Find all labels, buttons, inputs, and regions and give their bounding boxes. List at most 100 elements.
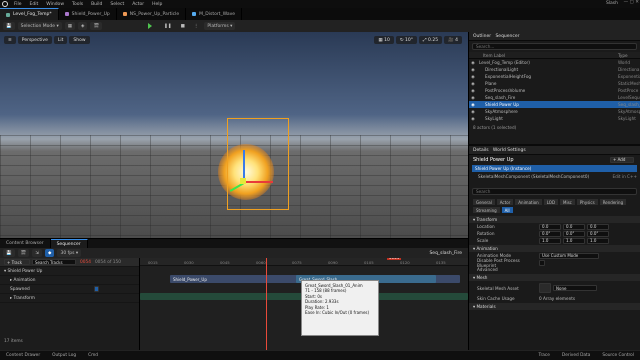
trace-button[interactable]: Trace: [532, 353, 555, 358]
filter-tab[interactable]: Misc: [560, 199, 575, 205]
scale-snap-button[interactable]: ⤢ 0.25: [419, 36, 443, 44]
unreal-logo-icon[interactable]: [0, 0, 10, 8]
scale-z[interactable]: 1.0: [587, 237, 609, 244]
perspective-button[interactable]: Perspective: [17, 36, 52, 44]
viewport-menu-button[interactable]: ≡: [4, 36, 16, 44]
menu-help[interactable]: Help: [148, 2, 166, 7]
content-drawer-button[interactable]: Content Drawer: [0, 353, 46, 358]
track-search-input[interactable]: Search Tracks: [32, 259, 76, 265]
outliner-title[interactable]: Outliner: [473, 34, 491, 39]
outliner-row[interactable]: ◉ExponentialHeightFogExponential: [469, 73, 640, 80]
tab-level[interactable]: Level_Fog_Temp*: [0, 8, 59, 20]
scale-x[interactable]: 1.0: [539, 237, 561, 244]
camera-speed-button[interactable]: 🎥 4: [444, 36, 462, 44]
current-frame[interactable]: 0054: [80, 260, 91, 265]
details-title[interactable]: Details: [473, 148, 489, 153]
scale-y[interactable]: 1.0: [563, 237, 585, 244]
col-item-label[interactable]: Item Label: [469, 53, 618, 58]
mesh-section[interactable]: ▾ Mesh: [469, 274, 640, 281]
rotation-snap-button[interactable]: ↻ 10°: [395, 36, 418, 44]
filter-tab[interactable]: Rendering: [599, 199, 627, 205]
visibility-icon[interactable]: ◉: [469, 88, 477, 93]
seq-key-button[interactable]: ◆: [45, 249, 55, 257]
animation-mode-dropdown[interactable]: Use Custom Mode: [539, 252, 599, 259]
playhead[interactable]: 0054: [266, 258, 402, 351]
platforms-dropdown[interactable]: Platforms ▾: [204, 22, 236, 30]
outliner-row[interactable]: ◉ Level_Fog_Temp (Editor) World: [469, 59, 640, 66]
pause-button[interactable]: ❚❚: [161, 22, 175, 30]
derived-data-button[interactable]: Derived Data: [556, 353, 596, 358]
visibility-icon[interactable]: ◉: [469, 95, 477, 100]
output-log-button[interactable]: Output Log: [46, 353, 82, 358]
rotation-z[interactable]: 0.0°: [587, 230, 609, 237]
track-spawned[interactable]: Spawned: [0, 285, 139, 294]
filter-tab[interactable]: Animation: [515, 199, 542, 205]
disable-pp-checkbox[interactable]: [539, 259, 545, 266]
visibility-icon[interactable]: ◉: [469, 81, 477, 86]
sequencer-tab[interactable]: Sequencer: [495, 34, 519, 39]
animation-section[interactable]: ▾ Animation: [469, 245, 640, 252]
filter-tab[interactable]: Physics: [576, 199, 598, 205]
visibility-icon[interactable]: ◉: [469, 67, 477, 72]
outliner-row[interactable]: ◉ SkyLight SkyLight: [469, 115, 640, 122]
track-transform[interactable]: ▸ Transform: [0, 294, 139, 303]
tab-material[interactable]: M_Distort_Wave: [186, 8, 243, 20]
seq-render-button[interactable]: 🎬: [17, 249, 30, 257]
materials-section[interactable]: ▾ Materials: [469, 303, 640, 310]
lit-button[interactable]: Lit: [53, 36, 68, 44]
cinematics-button[interactable]: 🎬: [90, 22, 103, 30]
visibility-icon[interactable]: ◉: [469, 74, 477, 79]
play-button[interactable]: [142, 22, 158, 30]
outliner-row[interactable]: ◉ Seq_slash_Fire LevelSeque: [469, 94, 640, 101]
outliner-row[interactable]: ◉ DirectionalLight Directiona: [469, 66, 640, 73]
rotation-x[interactable]: 0.0°: [539, 230, 561, 237]
cmd-input[interactable]: Cmd: [82, 353, 104, 358]
col-type[interactable]: Type: [618, 53, 640, 58]
grid-snap-button[interactable]: ▦ 10: [374, 36, 394, 44]
fps-dropdown[interactable]: 30 fps ▾: [57, 249, 82, 257]
tab-particle[interactable]: NS_Power_Up_Particle: [117, 8, 187, 20]
component-row[interactable]: SkeletalMeshComponent (SkeletalMeshCompo…: [472, 173, 637, 180]
show-button[interactable]: Show: [69, 36, 90, 44]
gizmo-center[interactable]: [240, 178, 246, 184]
menu-edit[interactable]: Edit: [26, 2, 43, 7]
location-x[interactable]: 0.0: [539, 223, 561, 230]
advanced-row[interactable]: Advanced: [469, 266, 640, 273]
menu-actor[interactable]: Actor: [128, 2, 148, 7]
add-component-button[interactable]: + Add: [610, 156, 634, 163]
transform-section[interactable]: ▾ Transform: [469, 216, 640, 223]
menu-file[interactable]: File: [10, 2, 26, 7]
skeletal-mesh-dropdown[interactable]: None: [553, 285, 597, 291]
blueprint-button[interactable]: ◈: [78, 22, 88, 30]
seq-snap-button[interactable]: ⇲: [32, 249, 42, 257]
outliner-row[interactable]: ◉Shield Power UpSeq_slash_Fire: [469, 101, 640, 108]
world-settings-tab[interactable]: World Settings: [493, 148, 526, 153]
menu-build[interactable]: Build: [87, 2, 106, 7]
filter-tab[interactable]: Streaming: [473, 207, 500, 213]
outliner-search-input[interactable]: Search...: [472, 43, 637, 50]
rotation-y[interactable]: 0.0°: [563, 230, 585, 237]
tab-sequencer[interactable]: Sequencer: [50, 239, 88, 248]
instance-row[interactable]: Shield Power Up (Instance): [472, 165, 637, 172]
filter-tab[interactable]: Actor: [496, 199, 514, 205]
filter-tab[interactable]: General: [473, 199, 495, 205]
level-viewport[interactable]: ≡ Perspective Lit Show ▦ 10 ↻ 10° ⤢ 0.25…: [0, 32, 468, 238]
source-control-button[interactable]: Source Control: [596, 353, 640, 358]
save-button[interactable]: 💾: [3, 22, 15, 30]
outliner-row[interactable]: ◉ PostProcessVolume PostProce: [469, 87, 640, 94]
outliner-row[interactable]: ◉ SkyAtmosphere SkyAtmosp: [469, 108, 640, 115]
filter-tab[interactable]: LOD: [543, 199, 559, 205]
visibility-icon[interactable]: ◉: [469, 60, 477, 65]
content-button[interactable]: ▦: [64, 22, 76, 30]
location-y[interactable]: 0.0: [563, 223, 585, 230]
add-track-button[interactable]: + Track: [4, 259, 30, 265]
visibility-icon[interactable]: ◉: [469, 109, 477, 114]
outliner-row[interactable]: ◉ Plane StaticMesh: [469, 80, 640, 87]
tab-content-browser[interactable]: Content Browser: [0, 239, 51, 248]
track-shield-power-up[interactable]: ▾ Shield Power Up: [0, 267, 139, 276]
time-ruler[interactable]: 0015 0030 0045 0060 0075 0090 0105 0120 0135: [140, 258, 468, 266]
location-z[interactable]: 0.0: [587, 223, 609, 230]
menu-select[interactable]: Select: [106, 2, 128, 7]
gizmo-x-axis[interactable]: [245, 181, 273, 183]
tab-shield-power-up[interactable]: Shield_Power_Up: [59, 8, 117, 20]
